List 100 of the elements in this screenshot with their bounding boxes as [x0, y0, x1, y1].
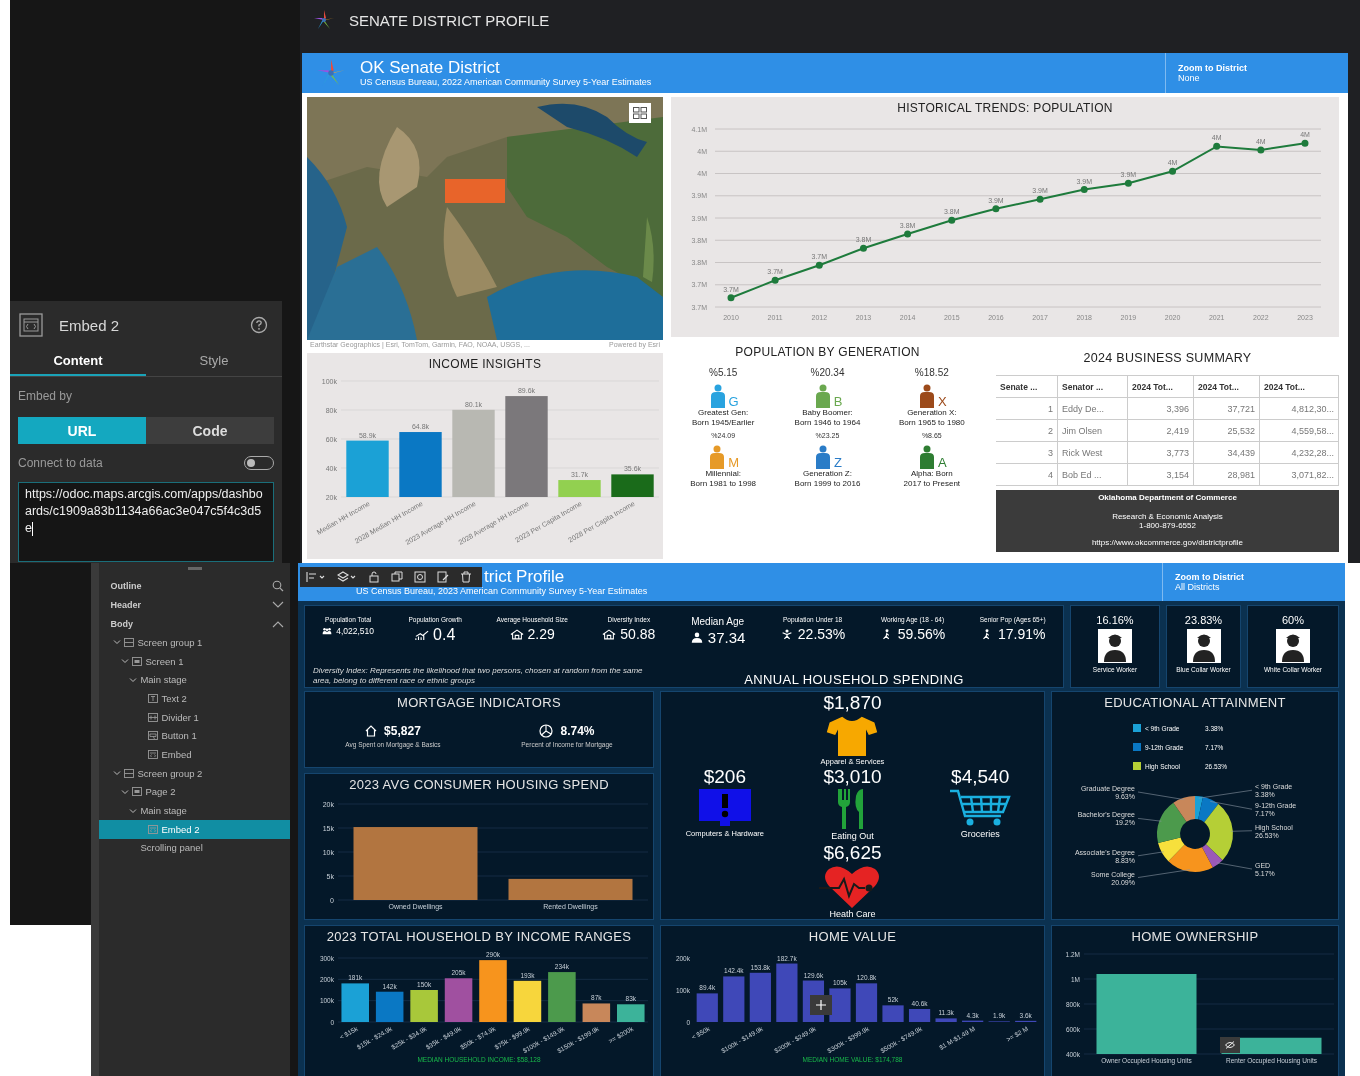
tree-item[interactable]: Page 2 — [99, 782, 291, 802]
chart-title: 2023 AVG CONSUMER HOUSING SPEND — [349, 777, 609, 792]
column-header[interactable]: 2024 Tot... — [1128, 376, 1194, 397]
section-title: ANNUAL HOUSEHOLD SPENDING — [743, 672, 965, 687]
column-header[interactable]: 2024 Tot... — [1194, 376, 1260, 397]
drag-handle[interactable] — [187, 567, 202, 570]
percentage: 16.16% — [1096, 614, 1134, 626]
chevron-down-icon[interactable] — [113, 769, 122, 778]
hide-button[interactable] — [1220, 1037, 1240, 1053]
tree-item[interactable]: Main stage — [99, 670, 291, 690]
data-point — [1257, 146, 1265, 154]
tree-item[interactable]: Main stage — [99, 801, 291, 820]
tree-item[interactable]: Text 2 — [99, 689, 291, 708]
duplicate-icon[interactable] — [391, 571, 403, 583]
generation-range: Born 1999 to 2016 — [794, 479, 861, 489]
generation-label: Baby Boomer: — [802, 408, 853, 418]
data-point — [1301, 139, 1309, 147]
bar — [582, 1003, 611, 1022]
section-header[interactable]: Body — [110, 618, 133, 629]
basemap-gallery-button[interactable] — [629, 103, 651, 123]
chevron-down-icon[interactable] — [272, 600, 285, 609]
person-icon — [1276, 629, 1310, 663]
tab[interactable]: Style — [146, 345, 282, 376]
bar — [776, 963, 798, 1022]
percentage: %18.52 — [914, 367, 949, 378]
chevron-down-icon[interactable] — [129, 806, 138, 815]
help-icon[interactable] — [250, 316, 268, 334]
bar — [548, 972, 576, 1022]
generation-letter: Z — [834, 456, 842, 469]
move-handle[interactable] — [810, 995, 832, 1015]
growth-chart-icon — [415, 629, 430, 641]
generation-range: Born 1946 to 1964 — [794, 418, 861, 428]
field-label: Embed by — [18, 389, 74, 403]
frame-icon[interactable] — [414, 571, 426, 583]
eye-slash-icon — [1225, 1041, 1235, 1049]
house-icon — [365, 725, 378, 737]
column-header[interactable]: 2024 Tot... — [1260, 376, 1339, 397]
table-cell: 3,396 — [1128, 398, 1194, 419]
lock-icon[interactable] — [368, 571, 380, 583]
leader-line — [1137, 791, 1185, 800]
person-icon — [1098, 629, 1132, 663]
percentage: %20.34 — [810, 367, 845, 378]
generation-letter: B — [833, 395, 843, 408]
url-field[interactable]: https://odoc.maps.arcgis.com/apps/dashboards/c1909a83b1134a66ac3e047c5f4c3d5e — [18, 482, 274, 562]
chevron-down-icon[interactable] — [121, 787, 130, 796]
table-cell: 3,071,82... — [1260, 464, 1339, 485]
toggle-switch[interactable] — [244, 456, 274, 470]
website-link[interactable]: https://www.okcommerce.gov/districtprofile — [1091, 538, 1244, 547]
search-icon[interactable] — [272, 579, 285, 592]
tree-item[interactable]: Embed 2 — [99, 819, 291, 839]
generation-label: Generation Z: — [803, 469, 852, 479]
align-icon[interactable] — [306, 571, 326, 583]
window-icon — [132, 787, 143, 797]
trash-icon[interactable] — [460, 571, 472, 583]
department-name: Research & Economic Analysis — [1112, 512, 1223, 521]
layers-icon[interactable] — [337, 571, 357, 583]
table-cell: 2 — [996, 420, 1058, 441]
table-cell: 25,532 — [1194, 420, 1260, 441]
data-point — [771, 276, 779, 284]
house-icon — [509, 628, 524, 640]
chevron-down-icon[interactable] — [121, 657, 130, 666]
generation-label: Greatest Gen: — [698, 408, 749, 418]
tree-item[interactable]: Button 1 — [99, 726, 291, 746]
banner-subtitle: US Census Bureau, 2023 American Community Survey 5-Year Estimates — [356, 586, 649, 596]
edit-icon[interactable] — [437, 571, 449, 583]
tree-item[interactable]: Screen 1 — [99, 651, 291, 671]
column-header[interactable]: Senate ... — [996, 376, 1058, 397]
tree-item[interactable]: Screen group 2 — [99, 763, 291, 783]
generation-range: Born 1981 to 1998 — [690, 479, 757, 489]
section-header[interactable]: Header — [110, 599, 141, 610]
data-point — [1213, 142, 1221, 150]
bar — [399, 432, 442, 497]
bar — [617, 1004, 645, 1022]
segment-button[interactable]: Code — [146, 417, 274, 444]
table-cell: 3,154 — [1128, 464, 1194, 485]
table-cell: 4 — [996, 464, 1058, 485]
bar — [749, 972, 771, 1022]
generation-letter: M — [728, 456, 740, 469]
chevron-down-icon[interactable] — [129, 675, 138, 684]
bar — [513, 980, 542, 1022]
chevron-up-icon[interactable] — [272, 619, 285, 628]
bar — [935, 1018, 957, 1022]
column-header[interactable]: Senator ... — [1058, 376, 1128, 397]
people-icon — [322, 627, 333, 635]
panel-title: Outline — [110, 580, 142, 591]
table-cell: Eddy De... — [1058, 398, 1128, 419]
chevron-down-icon[interactable] — [113, 638, 122, 647]
data-point — [815, 261, 823, 269]
table-cell: 37,721 — [1194, 398, 1260, 419]
person-icon — [1186, 629, 1221, 663]
tab[interactable]: Content — [10, 345, 146, 376]
banner-title: OK Senate District — [360, 59, 501, 77]
spending-label: Groceries — [960, 829, 1000, 840]
tree-item[interactable]: Screen group 1 — [99, 633, 291, 652]
tree-item[interactable]: Scrolling panel — [99, 838, 291, 858]
bar — [882, 1005, 904, 1022]
tree-item[interactable]: Divider 1 — [99, 707, 291, 727]
embed-icon — [148, 824, 159, 834]
tree-item[interactable]: Embed — [99, 745, 291, 764]
bar — [479, 960, 507, 1022]
